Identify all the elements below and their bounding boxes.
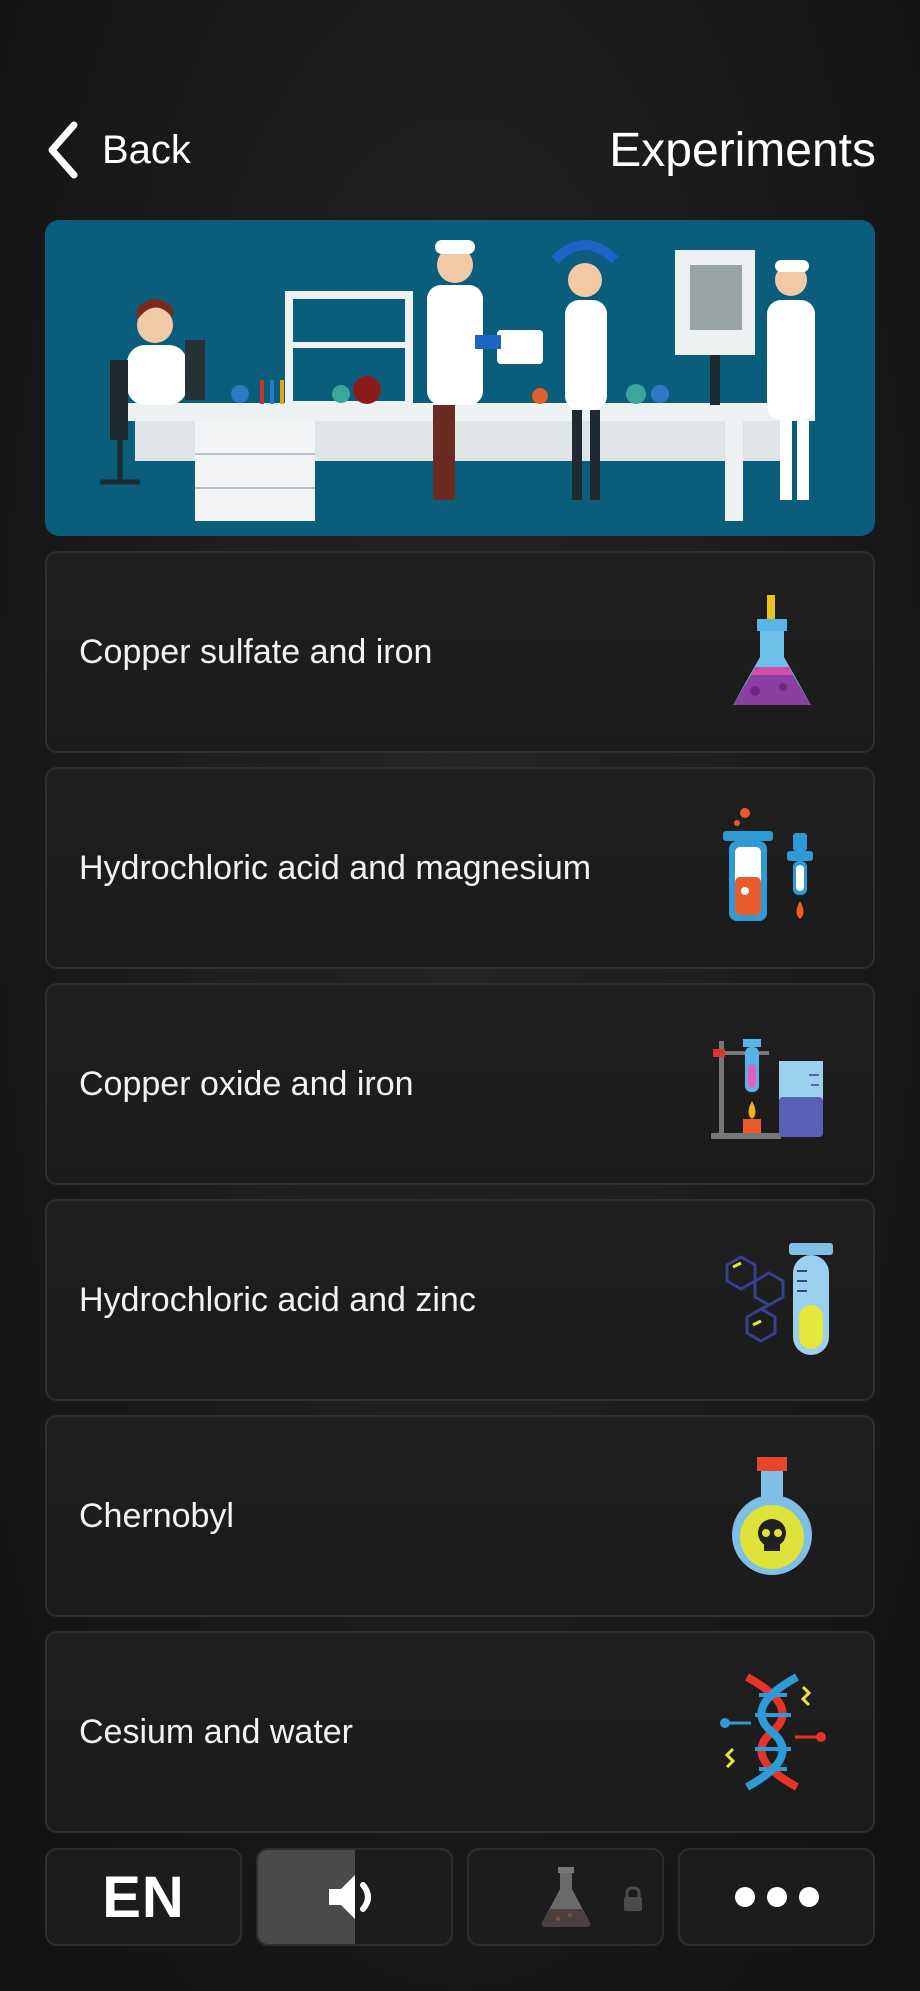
bottom-toolbar: EN bbox=[45, 1848, 875, 1946]
experiment-list: Copper sulfate and iron Hydrochloric aci… bbox=[45, 551, 875, 1847]
speaker-icon bbox=[328, 1875, 371, 1919]
experiments-screen: Back Experiments Copper sulfate and iron… bbox=[0, 0, 920, 1991]
conical-flask-icon bbox=[707, 587, 837, 717]
chevron-left-icon bbox=[48, 121, 78, 179]
more-options-button[interactable] bbox=[678, 1848, 875, 1946]
experiment-label: Hydrochloric acid and zinc bbox=[79, 1280, 476, 1319]
experiment-item-hcl-magnesium[interactable]: Hydrochloric acid and magnesium bbox=[45, 767, 875, 969]
dna-icon bbox=[707, 1667, 837, 1797]
language-label: EN bbox=[102, 1864, 185, 1930]
test-tube-dropper-icon bbox=[707, 803, 837, 933]
lab-flask-icon bbox=[541, 1867, 590, 1927]
sound-slider[interactable] bbox=[256, 1848, 453, 1946]
page-title: Experiments bbox=[609, 123, 876, 177]
poison-flask-icon bbox=[707, 1451, 837, 1581]
experiment-item-hcl-zinc[interactable]: Hydrochloric acid and zinc bbox=[45, 1199, 875, 1401]
header: Back Experiments bbox=[44, 110, 876, 190]
more-dots-icon bbox=[734, 1887, 819, 1907]
lab-banner-image bbox=[45, 220, 875, 536]
experiment-label: Cesium and water bbox=[79, 1712, 354, 1751]
lock-icon bbox=[624, 1886, 642, 1911]
molecule-test-tube-icon bbox=[707, 1235, 837, 1365]
experiment-label: Hydrochloric acid and magnesium bbox=[79, 848, 592, 887]
lab-button-locked[interactable] bbox=[467, 1848, 664, 1946]
experiment-label: Copper sulfate and iron bbox=[79, 632, 433, 671]
experiment-item-copper-oxide-iron[interactable]: Copper oxide and iron bbox=[45, 983, 875, 1185]
burner-beaker-icon bbox=[707, 1019, 837, 1149]
experiment-item-chernobyl[interactable]: Chernobyl bbox=[45, 1415, 875, 1617]
experiment-item-cesium-water[interactable]: Cesium and water bbox=[45, 1631, 875, 1833]
experiment-label: Copper oxide and iron bbox=[79, 1064, 414, 1103]
experiment-label: Chernobyl bbox=[79, 1496, 234, 1535]
language-button[interactable]: EN bbox=[45, 1848, 242, 1946]
back-label: Back bbox=[102, 127, 191, 172]
back-button[interactable]: Back bbox=[44, 119, 191, 181]
experiment-item-copper-sulfate-iron[interactable]: Copper sulfate and iron bbox=[45, 551, 875, 753]
